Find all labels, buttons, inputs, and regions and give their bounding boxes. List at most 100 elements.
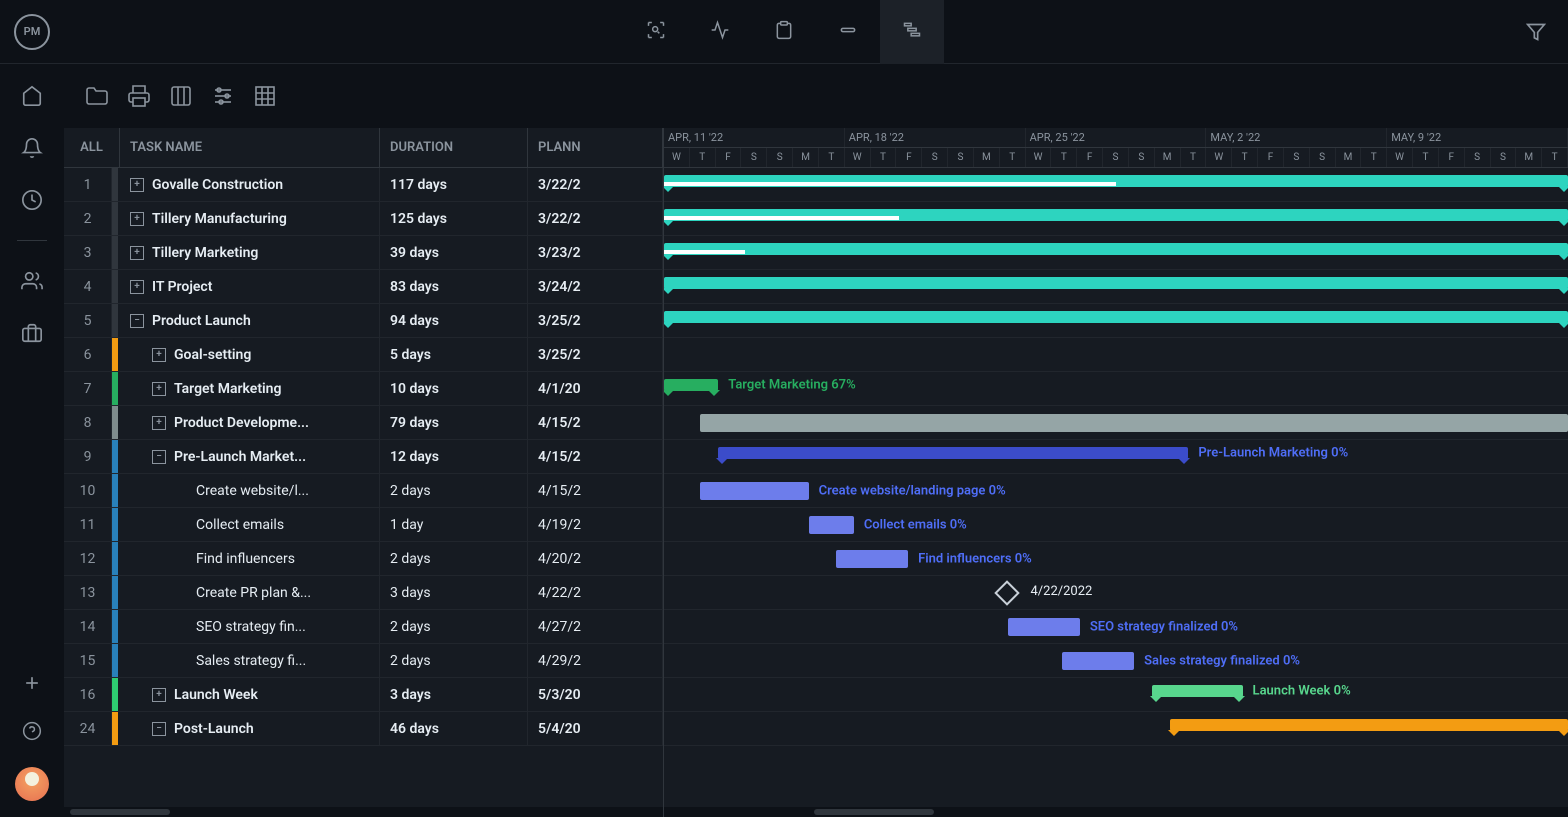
task-name-cell[interactable]: SEO strategy fin... [120,610,380,643]
task-name-cell[interactable]: +Launch Week [120,678,380,711]
duration-cell[interactable]: 2 days [380,542,528,575]
avatar[interactable] [15,767,49,801]
help-icon[interactable] [20,719,44,743]
gantt-bar[interactable]: Create website/landing page 0% [700,482,808,500]
duration-cell[interactable]: 46 days [380,712,528,745]
header-name[interactable]: TASK NAME [120,128,380,167]
gantt-scrollbar[interactable] [664,807,1568,817]
header-duration[interactable]: DURATION [380,128,528,167]
planned-cell[interactable]: 3/25/2 [528,304,663,337]
planned-cell[interactable]: 4/1/20 [528,372,663,405]
task-name-cell[interactable]: −Post-Launch [120,712,380,745]
clipboard-button[interactable] [752,0,816,64]
filter-button[interactable] [1504,22,1568,42]
gantt-row[interactable] [664,202,1568,236]
task-name-cell[interactable]: Find influencers [120,542,380,575]
notification-icon[interactable] [20,136,44,160]
task-name-cell[interactable]: Collect emails [120,508,380,541]
duration-cell[interactable]: 2 days [380,474,528,507]
planned-cell[interactable]: 4/15/2 [528,440,663,473]
planned-cell[interactable]: 3/25/2 [528,338,663,371]
gantt-bar[interactable] [664,243,1568,255]
task-name-cell[interactable]: +Govalle Construction [120,168,380,201]
gantt-bar[interactable]: Collect emails 0% [809,516,854,534]
expand-toggle[interactable]: − [130,314,144,328]
table-row[interactable]: 16+Launch Week3 days5/3/20 [64,678,663,712]
planned-cell[interactable]: 4/19/2 [528,508,663,541]
duration-cell[interactable]: 117 days [380,168,528,201]
task-name-cell[interactable]: Sales strategy fi... [120,644,380,677]
home-icon[interactable] [20,84,44,108]
duration-cell[interactable]: 2 days [380,610,528,643]
duration-cell[interactable]: 2 days [380,644,528,677]
task-name-cell[interactable]: Create website/l... [120,474,380,507]
table-row[interactable]: 8+Product Developme...79 days4/15/2 [64,406,663,440]
duration-cell[interactable]: 12 days [380,440,528,473]
gantt-row[interactable]: Launch Week 0% [664,678,1568,712]
table-row[interactable]: 10Create website/l...2 days4/15/2 [64,474,663,508]
duration-cell[interactable]: 94 days [380,304,528,337]
expand-toggle[interactable]: + [130,212,144,226]
table-row[interactable]: 12Find influencers2 days4/20/2 [64,542,663,576]
expand-toggle[interactable]: + [152,382,166,396]
task-name-cell[interactable]: +Tillery Marketing [120,236,380,269]
link-button[interactable] [816,0,880,64]
planned-cell[interactable]: 4/15/2 [528,474,663,507]
gantt-row[interactable]: Sales strategy finalized 0% [664,644,1568,678]
planned-cell[interactable]: 5/3/20 [528,678,663,711]
grid-icon[interactable] [252,83,278,109]
duration-cell[interactable]: 5 days [380,338,528,371]
columns-icon[interactable] [168,83,194,109]
table-row[interactable]: 1+Govalle Construction117 days3/22/2 [64,168,663,202]
gantt-row[interactable]: Target Marketing 67% [664,372,1568,406]
expand-toggle[interactable]: − [152,722,166,736]
table-row[interactable]: 7+Target Marketing10 days4/1/20 [64,372,663,406]
gantt-row[interactable]: 4/22/2022 [664,576,1568,610]
search-zoom-button[interactable] [624,0,688,64]
duration-cell[interactable]: 125 days [380,202,528,235]
gantt-view-button[interactable] [880,0,944,64]
table-row[interactable]: 6+Goal-setting5 days3/25/2 [64,338,663,372]
logo[interactable]: PM [0,14,64,50]
duration-cell[interactable]: 3 days [380,678,528,711]
planned-cell[interactable]: 4/27/2 [528,610,663,643]
planned-cell[interactable]: 4/22/2 [528,576,663,609]
expand-toggle[interactable]: + [130,246,144,260]
gantt-row[interactable]: Find influencers 0% [664,542,1568,576]
table-row[interactable]: 13Create PR plan &...3 days4/22/2 [64,576,663,610]
expand-toggle[interactable]: − [152,450,166,464]
sliders-icon[interactable] [210,83,236,109]
table-row[interactable]: 24−Post-Launch46 days5/4/20 [64,712,663,746]
gantt-bar[interactable]: Find influencers 0% [836,550,908,568]
gantt-row[interactable]: Pre-Launch Marketing 0% [664,440,1568,474]
planned-cell[interactable]: 3/22/2 [528,168,663,201]
task-name-cell[interactable]: −Product Launch [120,304,380,337]
gantt-row[interactable] [664,168,1568,202]
table-row[interactable]: 4+IT Project83 days3/24/2 [64,270,663,304]
gantt-row[interactable]: SEO strategy finalized 0% [664,610,1568,644]
milestone-icon[interactable] [995,580,1020,605]
gantt-bar[interactable] [664,311,1568,323]
activity-button[interactable] [688,0,752,64]
add-icon[interactable] [20,671,44,695]
gantt-row[interactable] [664,712,1568,746]
table-row[interactable]: 15Sales strategy fi...2 days4/29/2 [64,644,663,678]
gantt-bar[interactable] [700,414,1568,432]
gantt-bar[interactable]: SEO strategy finalized 0% [1008,618,1080,636]
gantt-bar[interactable] [664,277,1568,289]
table-row[interactable]: 9−Pre-Launch Market...12 days4/15/2 [64,440,663,474]
gantt-bar[interactable]: Target Marketing 67% [664,379,718,391]
table-row[interactable]: 2+Tillery Manufacturing125 days3/22/2 [64,202,663,236]
duration-cell[interactable]: 3 days [380,576,528,609]
briefcase-icon[interactable] [20,321,44,345]
planned-cell[interactable]: 3/24/2 [528,270,663,303]
header-planned[interactable]: PLANN [528,128,663,167]
gantt-row[interactable] [664,338,1568,372]
table-row[interactable]: 5−Product Launch94 days3/25/2 [64,304,663,338]
expand-toggle[interactable]: + [130,178,144,192]
planned-cell[interactable]: 4/15/2 [528,406,663,439]
gantt-row[interactable] [664,236,1568,270]
duration-cell[interactable]: 10 days [380,372,528,405]
task-name-cell[interactable]: +Target Marketing [120,372,380,405]
planned-cell[interactable]: 4/29/2 [528,644,663,677]
